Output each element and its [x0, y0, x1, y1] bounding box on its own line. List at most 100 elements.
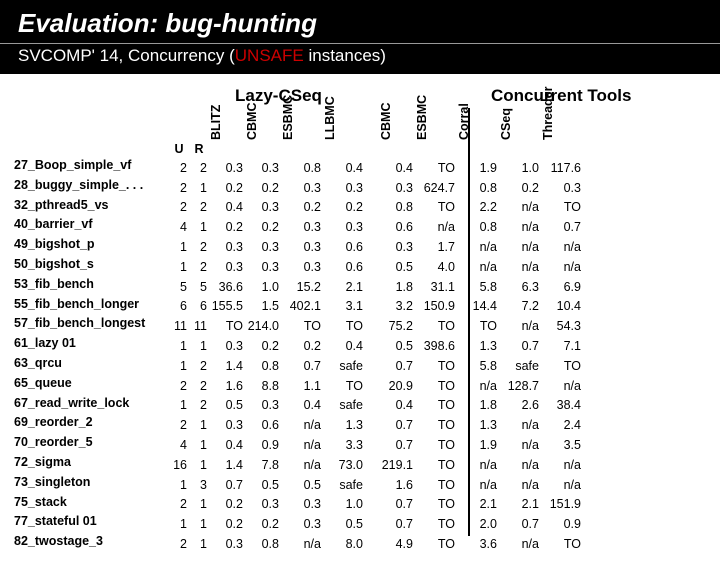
cell: n/a — [499, 257, 541, 277]
cell: 0.3 — [281, 514, 323, 534]
cell: 0.3 — [245, 396, 281, 416]
cell — [365, 455, 379, 475]
cell: 1.6 — [209, 376, 245, 396]
cell: 0.3 — [245, 158, 281, 178]
cell: 0.3 — [245, 495, 281, 515]
cell: 14.4 — [457, 297, 499, 317]
cell: 6 — [169, 297, 189, 317]
table-row: 120.30.30.30.60.31.7n/an/an/a — [169, 237, 583, 257]
cell: 2.4 — [541, 415, 583, 435]
col-cbmc: CBMC — [245, 108, 281, 158]
cell: safe — [323, 396, 365, 416]
col-corral: Corral — [457, 108, 499, 158]
cell: n/a — [415, 217, 457, 237]
cell: 5 — [169, 277, 189, 297]
cell: 20.9 — [379, 376, 415, 396]
cell: 2 — [169, 198, 189, 218]
cell — [365, 435, 379, 455]
cell: 0.6 — [245, 415, 281, 435]
row-name: 40_barrier_vf — [14, 215, 169, 235]
cell — [365, 316, 379, 336]
cell: 7.2 — [499, 297, 541, 317]
cell: TO — [541, 198, 583, 218]
cell: 36.6 — [209, 277, 245, 297]
cell: safe — [323, 356, 365, 376]
cell: 0.4 — [281, 396, 323, 416]
cell: n/a — [281, 435, 323, 455]
cell: 11 — [189, 316, 209, 336]
cell: 1 — [169, 356, 189, 376]
cell: 0.5 — [209, 396, 245, 416]
title-bar: Evaluation: bug-hunting — [0, 0, 720, 43]
cell: n/a — [541, 237, 583, 257]
row-name: 77_stateful 01 — [14, 512, 169, 532]
cell: 8.8 — [245, 376, 281, 396]
cell: 1.7 — [415, 237, 457, 257]
cell: 2 — [189, 396, 209, 416]
table-wrap: Lazy-CSeq Concurrent Tools U R BLITZ CBM… — [169, 86, 706, 554]
cell: n/a — [457, 257, 499, 277]
cell: 2 — [169, 534, 189, 554]
cell: 0.5 — [281, 475, 323, 495]
slide-title: Evaluation: bug-hunting — [18, 8, 702, 39]
cell: n/a — [281, 534, 323, 554]
cell: 0.3 — [281, 178, 323, 198]
cell: 0.4 — [209, 198, 245, 218]
cell: TO — [415, 376, 457, 396]
cell: n/a — [281, 455, 323, 475]
cell: 0.6 — [323, 237, 365, 257]
cell: 1 — [189, 336, 209, 356]
col-r: R — [189, 108, 209, 158]
cell: 0.2 — [281, 336, 323, 356]
cell: 1 — [169, 475, 189, 495]
cell: 0.7 — [379, 514, 415, 534]
col-esbmc: ESBMC — [281, 108, 323, 158]
cell: 3.3 — [323, 435, 365, 455]
cell — [365, 198, 379, 218]
cell: 73.0 — [323, 455, 365, 475]
cell: 3.1 — [323, 297, 365, 317]
cell: 0.2 — [323, 198, 365, 218]
cell: 3.5 — [541, 435, 583, 455]
cell: TO — [281, 316, 323, 336]
cell: 0.3 — [209, 336, 245, 356]
cell: 0.9 — [245, 435, 281, 455]
slide: Evaluation: bug-hunting SVCOMP' 14, Conc… — [0, 0, 720, 540]
table-row: 1111TO214.0TOTO75.2TOTOn/a54.3 — [169, 316, 583, 336]
cell — [365, 475, 379, 495]
cell — [365, 376, 379, 396]
col-u: U — [169, 108, 189, 158]
cell — [365, 356, 379, 376]
cell: 2 — [169, 495, 189, 515]
cell: 7.8 — [245, 455, 281, 475]
row-name: 67_read_write_lock — [14, 394, 169, 414]
subtitle-pre: SVCOMP' 14, Concurrency ( — [18, 46, 235, 65]
cell: 2 — [189, 376, 209, 396]
table-row: 221.68.81.1TO20.9TOn/a128.7n/a — [169, 376, 583, 396]
cell: 1 — [169, 514, 189, 534]
cell: TO — [415, 475, 457, 495]
cell: 155.5 — [209, 297, 245, 317]
cell: 0.5 — [323, 514, 365, 534]
cell: 0.2 — [245, 514, 281, 534]
vertical-divider — [468, 108, 470, 536]
table-row: 210.20.30.31.00.7TO2.12.1151.9 — [169, 495, 583, 515]
cell — [365, 396, 379, 416]
row-name: 69_reorder_2 — [14, 413, 169, 433]
cell: 5.8 — [457, 277, 499, 297]
cell: 1.8 — [379, 277, 415, 297]
col-blitz: BLITZ — [209, 108, 245, 158]
cell: 0.3 — [281, 217, 323, 237]
cell: 0.2 — [245, 178, 281, 198]
cell: TO — [415, 514, 457, 534]
cell: 0.7 — [379, 435, 415, 455]
row-name: 32_pthread5_vs — [14, 196, 169, 216]
table-row: 110.30.20.20.40.5398.61.30.77.1 — [169, 336, 583, 356]
cell: 0.7 — [209, 475, 245, 495]
cell: 2.0 — [457, 514, 499, 534]
cell: 2.1 — [499, 495, 541, 515]
table-row: 130.70.50.5safe1.6TOn/an/an/a — [169, 475, 583, 495]
cell: n/a — [541, 376, 583, 396]
cell: 0.7 — [281, 356, 323, 376]
cell: TO — [457, 316, 499, 336]
